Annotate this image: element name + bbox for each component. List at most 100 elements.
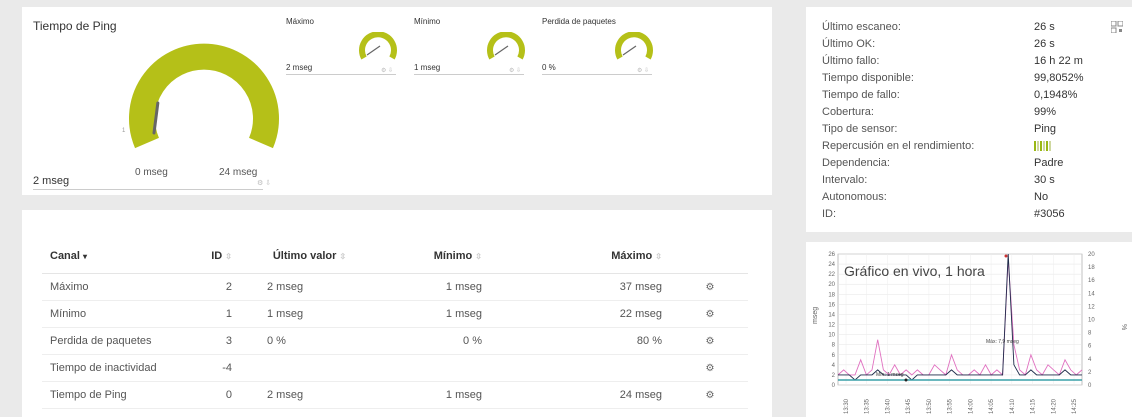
channel-settings-icon[interactable]: ⚙ [706, 363, 715, 374]
info-label: Tiempo disponible: [822, 72, 914, 84]
ping-title: Tiempo de Ping [33, 19, 117, 33]
mini-gauge-value: 0 % [542, 63, 652, 75]
chart-title: Gráfico en vivo, 1 hora [844, 263, 985, 279]
y-axis-label: mseg [812, 307, 819, 324]
column-header-last[interactable]: Último valor ⇳ [242, 240, 352, 274]
info-value: 99% [1034, 106, 1057, 118]
settings-icon[interactable]: ⚙ ⇩ [509, 67, 521, 74]
y2-tick-label: 12 [1088, 304, 1095, 310]
min-marker [904, 378, 908, 382]
y2-tick-label: 10 [1088, 318, 1095, 324]
y2-tick-label: 4 [1088, 357, 1092, 363]
column-header-canal[interactable]: Canal ▾ [42, 240, 192, 274]
x-tick-label: 14:00 [968, 398, 974, 414]
y2-tick-label: 6 [1088, 344, 1092, 350]
impact-bar-icon [1034, 141, 1052, 152]
y2-axis-label: % [1120, 324, 1127, 330]
live-chart: 2624222018161412108642020181614121086420… [812, 252, 1127, 414]
table-row: Mínimo 1 1 mseg 1 mseg 22 mseg ⚙ [42, 300, 748, 328]
ping-value: 2 mseg [33, 175, 263, 190]
live-chart-card: 26 24 22 20 18 16 14 12 10 8 6 4 2 0 20 18 16 14 12 10 8 6 4 2 0… [806, 242, 1132, 417]
mini-gauge-label: Máximo [286, 17, 315, 26]
y2-tick-label: 0 [1088, 383, 1092, 389]
peak-marker [1004, 254, 1008, 258]
ping-gauge: 1 [122, 43, 279, 149]
mini-gauge-dial [487, 32, 525, 60]
info-label: Autonomous: [822, 191, 887, 203]
info-value: 26 s [1034, 38, 1055, 50]
info-label: Tiempo de fallo: [822, 89, 900, 101]
x-tick-label: 13:40 [885, 398, 891, 414]
y-tick-label: 18 [828, 292, 835, 298]
settings-icon[interactable]: ⚙ ⇩ [257, 179, 271, 187]
y-tick-label: 10 [828, 333, 835, 339]
info-label: Dependencia: [822, 157, 890, 169]
y-tick-label: 24 [828, 262, 835, 268]
info-label: Tipo de sensor: [822, 123, 898, 135]
y-tick-label: 20 [828, 282, 835, 288]
mini-gauge-label: Perdida de paquetes [542, 17, 616, 26]
channel-settings-icon[interactable]: ⚙ [706, 390, 715, 401]
column-header-min[interactable]: Mínimo ⇳ [352, 240, 492, 274]
mini-gauge-maximo: Máximo 2 mseg ⚙ ⇩ [278, 17, 398, 77]
info-value: Padre [1034, 157, 1064, 169]
x-tick-label: 14:10 [1010, 398, 1016, 414]
table-row: Tiempo de inactividad -4 ⚙ [42, 354, 748, 382]
y-tick-label: 22 [828, 272, 835, 278]
info-label: Intervalo: [822, 174, 868, 186]
info-value: #3056 [1034, 208, 1065, 220]
y-tick-label: 6 [832, 353, 836, 359]
y-tick-label: 0 [832, 383, 836, 389]
y-tick-label: 8 [832, 343, 836, 349]
table-row: Tiempo de Ping 0 2 mseg 1 mseg 24 mseg ⚙ [42, 381, 748, 409]
min-annotation: Mín: 1 mseg [876, 372, 904, 378]
y2-tick-label: 14 [1088, 291, 1095, 297]
ping-gauge-card: Tiempo de Ping 1 0 mseg 24 mseg 2 mseg ⚙… [22, 7, 772, 195]
y-tick-label: 4 [832, 363, 836, 369]
channel-table-card: Canal ▾ ID ⇳ Último valor ⇳ Mínimo ⇳ Máx… [22, 210, 772, 417]
y-tick-label: 2 [832, 373, 836, 379]
info-value: 30 s [1034, 174, 1055, 186]
table-row: Perdida de paquetes 3 0 % 0 % 80 % ⚙ [42, 327, 748, 355]
channel-settings-icon[interactable]: ⚙ [706, 309, 715, 320]
y-tick-label: 14 [828, 312, 835, 318]
info-label: Repercusión en el rendimiento: [822, 140, 975, 152]
y2-tick-label: 18 [1088, 265, 1095, 271]
mini-gauge-value: 1 mseg [414, 63, 524, 75]
y2-tick-label: 2 [1088, 370, 1092, 376]
info-label: Último fallo: [822, 55, 880, 67]
info-label: Último OK: [822, 38, 876, 50]
x-tick-label: 13:35 [865, 398, 871, 414]
gauge-arc [129, 43, 279, 149]
info-label: ID: [822, 208, 837, 220]
y-tick-label: 16 [828, 302, 835, 308]
y2-tick-label: 8 [1088, 331, 1092, 337]
mini-gauge-minimo: Mínimo 1 mseg ⚙ ⇩ [406, 17, 526, 77]
table-row: Máximo 2 2 mseg 1 mseg 37 mseg ⚙ [42, 273, 748, 301]
mini-gauge-value: 2 mseg [286, 63, 396, 75]
column-header-id[interactable]: ID ⇳ [192, 240, 242, 274]
mini-gauge-label: Mínimo [414, 17, 441, 26]
info-value: 26 s [1034, 21, 1055, 33]
channel-settings-icon[interactable]: ⚙ [706, 336, 715, 347]
info-value: 99,8052% [1034, 72, 1084, 84]
qr-code-icon[interactable] [1111, 21, 1123, 33]
column-header-max[interactable]: Máximo ⇳ [492, 240, 672, 274]
svg-text:1: 1 [122, 128, 126, 134]
x-tick-label: 13:50 [927, 398, 933, 414]
x-tick-label: 14:20 [1051, 398, 1057, 414]
info-value: No [1034, 191, 1049, 203]
info-label: Último escaneo: [822, 21, 901, 33]
mini-gauge-perdida: Perdida de paquetes 0 % ⚙ ⇩ [534, 17, 654, 77]
x-tick-label: 13:45 [906, 398, 912, 414]
mini-gauge-dial [359, 32, 397, 60]
y-tick-label: 12 [828, 323, 835, 329]
x-tick-label: 14:25 [1072, 398, 1078, 414]
settings-icon[interactable]: ⚙ ⇩ [381, 67, 393, 74]
info-label: Cobertura: [822, 106, 874, 118]
channel-table: Canal ▾ ID ⇳ Último valor ⇳ Mínimo ⇳ Máx… [42, 240, 748, 409]
y-tick-label: 26 [828, 252, 835, 258]
info-value: Ping [1034, 123, 1057, 135]
settings-icon[interactable]: ⚙ ⇩ [637, 67, 649, 74]
channel-settings-icon[interactable]: ⚙ [706, 282, 715, 293]
